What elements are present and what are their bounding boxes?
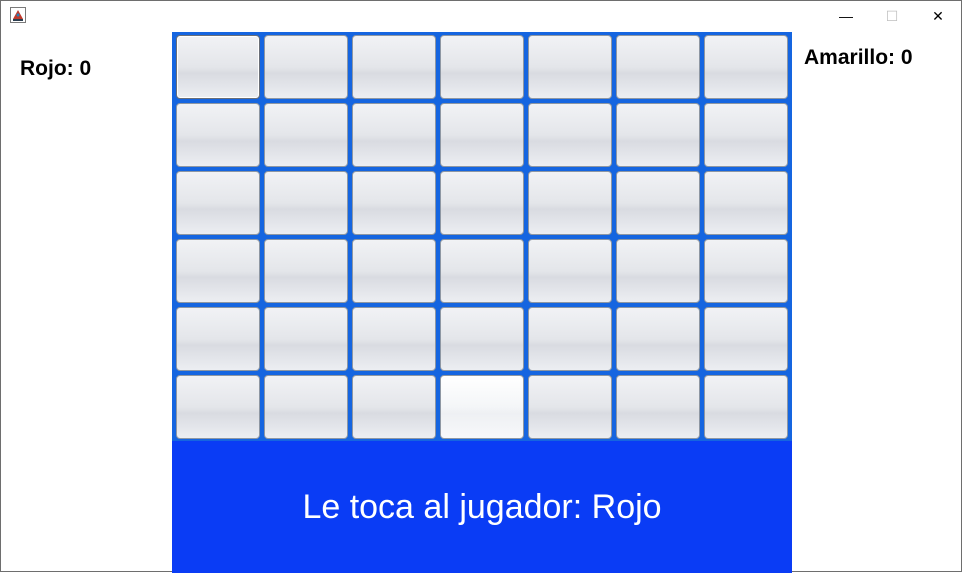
board-cell-r2-c6[interactable] <box>704 171 788 235</box>
board-cell-r1-c0[interactable] <box>176 103 260 167</box>
board-cell-r0-c5[interactable] <box>616 35 700 99</box>
board-cell-r4-c6[interactable] <box>704 307 788 371</box>
board-cell-r1-c1[interactable] <box>264 103 348 167</box>
close-icon: ✕ <box>932 7 944 24</box>
close-button[interactable]: ✕ <box>915 1 961 31</box>
board-cell-r5-c4[interactable] <box>528 375 612 439</box>
board-cell-r5-c6[interactable] <box>704 375 788 439</box>
board-cell-r1-c5[interactable] <box>616 103 700 167</box>
board-cell-r2-c3[interactable] <box>440 171 524 235</box>
turn-panel: Le toca al jugador: Rojo <box>172 441 792 573</box>
minimize-icon: — <box>839 8 853 24</box>
board-cell-r0-c4[interactable] <box>528 35 612 99</box>
board-cell-r4-c0[interactable] <box>176 307 260 371</box>
board-cell-r2-c4[interactable] <box>528 171 612 235</box>
board-cell-r5-c1[interactable] <box>264 375 348 439</box>
board-cell-r3-c1[interactable] <box>264 239 348 303</box>
board-cell-r4-c5[interactable] <box>616 307 700 371</box>
board-cell-r2-c5[interactable] <box>616 171 700 235</box>
board-cell-r3-c0[interactable] <box>176 239 260 303</box>
game-window: — ☐ ✕ Rojo: 0 Amarillo: 0 Le toca al jug… <box>0 0 962 573</box>
maximize-button[interactable]: ☐ <box>869 1 915 31</box>
board-cell-r3-c6[interactable] <box>704 239 788 303</box>
board-cell-r2-c1[interactable] <box>264 171 348 235</box>
game-board <box>172 32 792 441</box>
board-cell-r0-c2[interactable] <box>352 35 436 99</box>
maximize-icon: ☐ <box>885 7 899 24</box>
board-cell-r2-c0[interactable] <box>176 171 260 235</box>
score-amarillo-label: Amarillo: 0 <box>804 46 913 69</box>
board-cell-r1-c2[interactable] <box>352 103 436 167</box>
java-app-icon <box>10 7 26 23</box>
board-cell-r4-c2[interactable] <box>352 307 436 371</box>
board-cell-r3-c3[interactable] <box>440 239 524 303</box>
board-cell-r2-c2[interactable] <box>352 171 436 235</box>
board-cell-r3-c2[interactable] <box>352 239 436 303</box>
board-cell-r1-c6[interactable] <box>704 103 788 167</box>
board-cell-r1-c4[interactable] <box>528 103 612 167</box>
board-cell-r1-c3[interactable] <box>440 103 524 167</box>
board-cell-r5-c5[interactable] <box>616 375 700 439</box>
board-cell-r5-c3[interactable] <box>440 375 524 439</box>
board-cell-r5-c2[interactable] <box>352 375 436 439</box>
board-cell-r0-c3[interactable] <box>440 35 524 99</box>
minimize-button[interactable]: — <box>823 1 869 31</box>
board-cell-r3-c5[interactable] <box>616 239 700 303</box>
board-cell-r4-c3[interactable] <box>440 307 524 371</box>
turn-indicator: Le toca al jugador: Rojo <box>302 487 662 526</box>
board-cell-r0-c0[interactable] <box>176 35 260 99</box>
board-cell-r5-c0[interactable] <box>176 375 260 439</box>
board-cell-r0-c6[interactable] <box>704 35 788 99</box>
board-cell-r0-c1[interactable] <box>264 35 348 99</box>
score-rojo-label: Rojo: 0 <box>20 57 92 80</box>
board-cell-r3-c4[interactable] <box>528 239 612 303</box>
board-cell-r4-c4[interactable] <box>528 307 612 371</box>
title-bar[interactable]: — ☐ ✕ <box>1 1 961 31</box>
board-cell-r4-c1[interactable] <box>264 307 348 371</box>
